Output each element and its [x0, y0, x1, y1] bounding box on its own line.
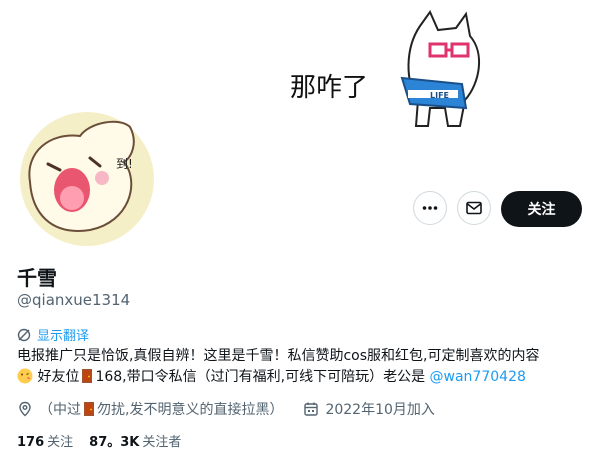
- followers-count: 87。3K: [89, 435, 140, 450]
- avatar-image: 到!: [20, 112, 154, 246]
- show-translation-link[interactable]: 显示翻译: [17, 325, 89, 344]
- followers-label: 关注者: [142, 435, 182, 450]
- bio-friend-slot-text: 好友位: [33, 369, 80, 385]
- bio-line-1: 电报推广只是恰饭,真假自辨！这里是千雪！私信赞助cos服和红包,可定制喜欢的内容: [17, 348, 540, 364]
- display-name: 千雪: [17, 266, 57, 290]
- follow-stats: 176 关注 87。3K 关注者: [17, 431, 181, 450]
- location-item: （中过 勿扰,发不明意义的直接拉黑）: [17, 399, 283, 419]
- door-emoji-icon: [82, 369, 93, 383]
- location-pin-icon: [19, 401, 31, 417]
- svg-text:到!: 到!: [116, 157, 133, 171]
- envelope-icon: [466, 201, 482, 215]
- more-options-button[interactable]: [413, 191, 447, 225]
- door-emoji-icon: [84, 402, 94, 416]
- calendar-icon: [304, 402, 319, 416]
- more-dots-icon: [422, 206, 438, 210]
- banner-sticker-image: 那咋了 LIFE: [290, 9, 481, 127]
- profile-meta: （中过 勿扰,发不明意义的直接拉黑） 2022年10月加入: [17, 399, 455, 419]
- shoe-text: LIFE: [430, 91, 449, 100]
- following-label: 关注: [47, 435, 74, 450]
- following-link[interactable]: 176 关注: [17, 431, 73, 450]
- message-button[interactable]: [457, 191, 491, 225]
- user-handle: @qianxue1314: [17, 291, 131, 309]
- follow-button[interactable]: 关注: [501, 191, 582, 227]
- kissing-face-emoji-icon: [17, 368, 33, 384]
- profile-bio: 电报推广只是恰饭,真假自辨！这里是千雪！私信赞助cos服和红包,可定制喜欢的内容…: [17, 346, 587, 388]
- bio-line-2: 好友位 168,带口令私信（过门有福利,可线下可陪玩）老公是 @wan77042…: [17, 367, 587, 388]
- following-count: 176: [17, 435, 45, 450]
- joined-date: 2022年10月加入: [325, 402, 435, 418]
- translate-label: 显示翻译: [37, 329, 90, 344]
- banner-caption: 那咋了: [290, 73, 368, 103]
- translate-icon: [17, 328, 31, 341]
- joined-date-item: 2022年10月加入: [303, 399, 435, 419]
- bio-mention-link[interactable]: @wan770428: [430, 369, 526, 385]
- bio-line-2-text: 168,带口令私信（过门有福利,可线下可陪玩）老公是: [95, 369, 430, 385]
- location-text-b: 勿扰,发不明意义的直接拉黑）: [97, 402, 284, 418]
- location-text-a: （中过: [39, 402, 81, 418]
- followers-link[interactable]: 87。3K 关注者: [89, 431, 181, 450]
- avatar[interactable]: 到!: [16, 108, 158, 250]
